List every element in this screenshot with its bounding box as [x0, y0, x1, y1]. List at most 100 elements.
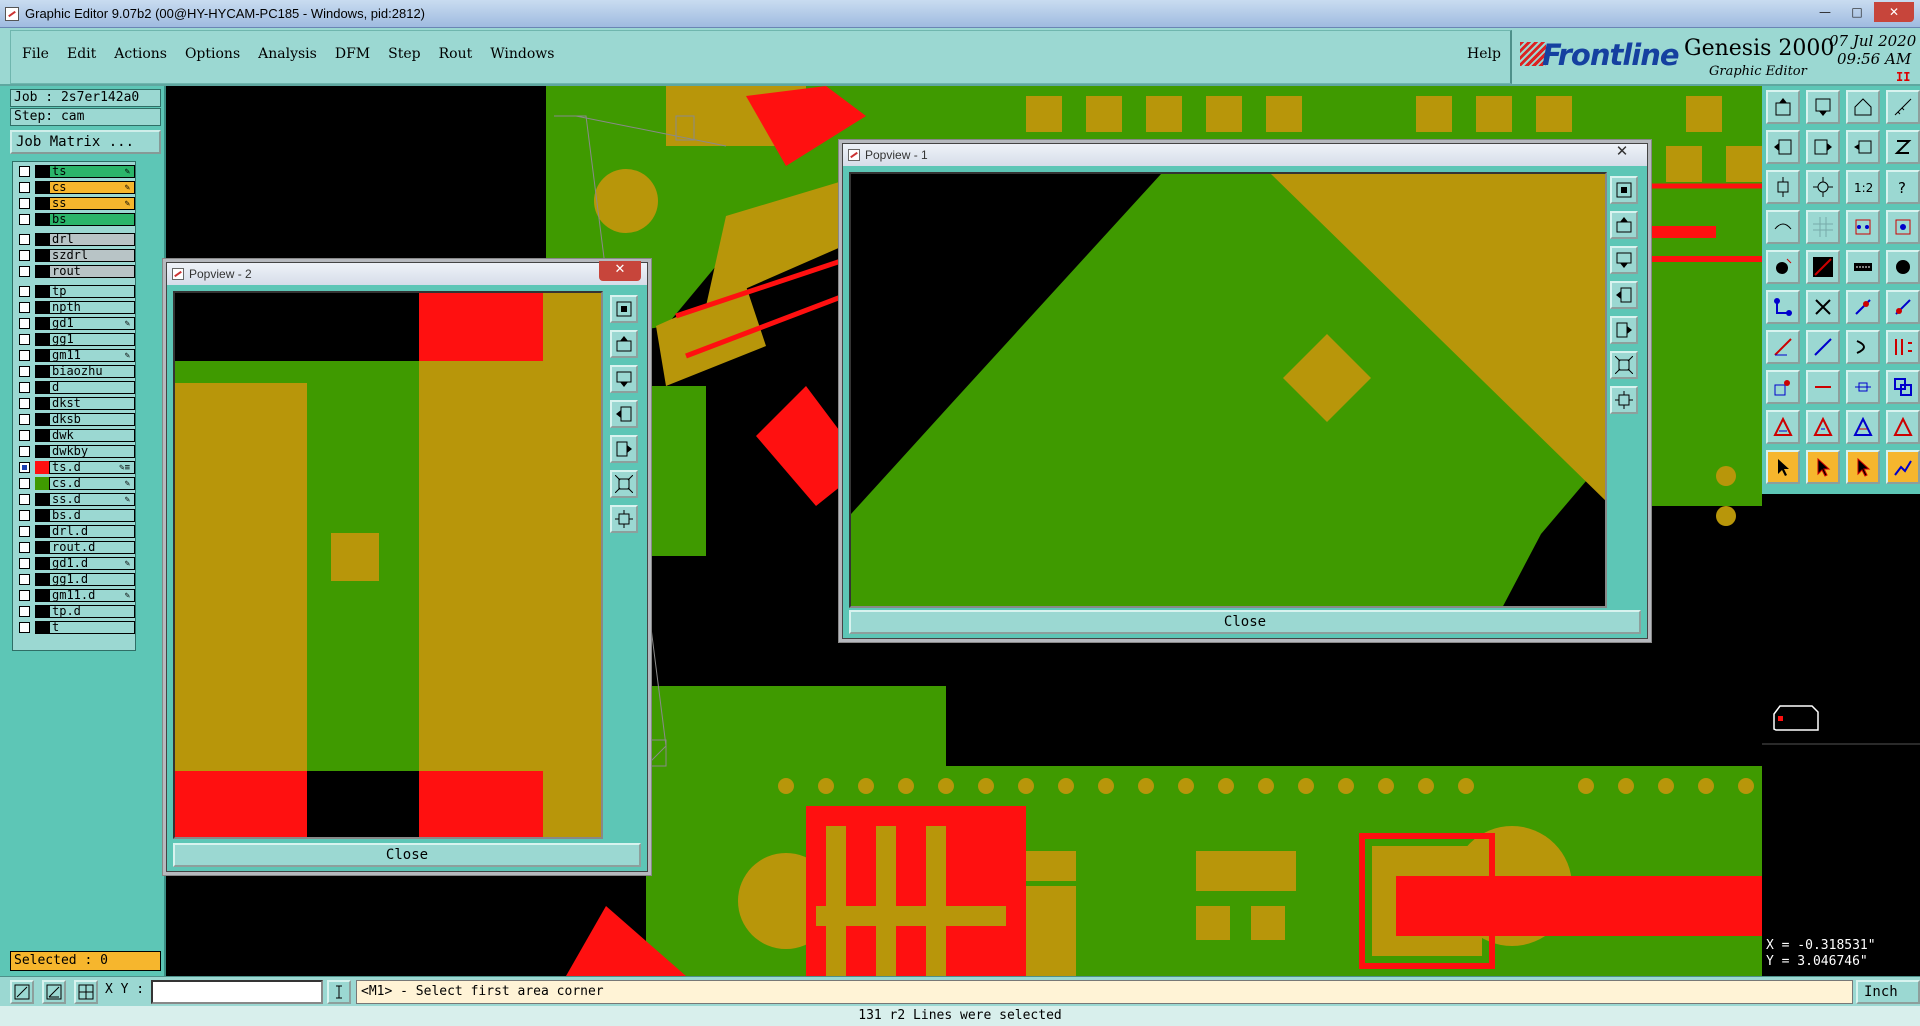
layer-row[interactable]: gd1 ✎	[15, 317, 135, 330]
popview-zoom-out-icon[interactable]	[1610, 351, 1638, 379]
layer-checkbox[interactable]	[19, 510, 30, 521]
menu-help[interactable]: Help	[1467, 46, 1501, 62]
layer-color-swatch[interactable]	[35, 541, 49, 554]
triangle-dash-icon[interactable]	[1806, 410, 1840, 444]
drop-pad-icon[interactable]	[1766, 370, 1800, 404]
triangle-blue-icon[interactable]	[1846, 410, 1880, 444]
angle-mode-icon[interactable]	[42, 980, 66, 1004]
layer-color-swatch[interactable]	[35, 429, 49, 442]
popview-pan-right-icon[interactable]	[1610, 316, 1638, 344]
layer-color-swatch[interactable]	[35, 413, 49, 426]
redraw-icon[interactable]	[1886, 130, 1920, 164]
layer-checkbox[interactable]	[19, 286, 30, 297]
layer-row[interactable]: rout	[15, 265, 135, 278]
popview-pan-up-icon[interactable]	[610, 330, 638, 358]
layer-row[interactable]: rout.d	[15, 541, 135, 554]
menu-edit[interactable]: Edit	[67, 46, 96, 62]
popview-1-close-icon[interactable]: ✕	[1601, 142, 1643, 162]
layer-row[interactable]: ss.d ✎	[15, 493, 135, 506]
layer-checkbox[interactable]	[19, 494, 30, 505]
layer-name[interactable]: dkst	[49, 397, 135, 410]
close-icon[interactable]: ✕	[1874, 2, 1914, 22]
layer-color-swatch[interactable]	[35, 397, 49, 410]
unit-selector[interactable]: Inch	[1856, 980, 1920, 1004]
layer-color-swatch[interactable]	[35, 365, 49, 378]
layer-row[interactable]: t	[15, 621, 135, 634]
layer-checkbox[interactable]	[19, 606, 30, 617]
popview-zoom-in-icon[interactable]	[1610, 386, 1638, 414]
layer-checkbox[interactable]	[19, 574, 30, 585]
layer-row[interactable]: gg1.d	[15, 573, 135, 586]
layer-checkbox[interactable]	[19, 350, 30, 361]
add-line-icon[interactable]	[1806, 250, 1840, 284]
layer-checkbox[interactable]	[19, 334, 30, 345]
layer-checkbox[interactable]	[19, 182, 30, 193]
popview-1-close-button[interactable]: Close	[849, 610, 1641, 634]
layer-name[interactable]: dwk	[49, 429, 135, 442]
layer-name[interactable]: cs.d ✎	[49, 477, 135, 490]
maximize-icon[interactable]: □	[1842, 2, 1872, 22]
layer-color-swatch[interactable]	[35, 249, 49, 262]
popview-pan-down-icon[interactable]	[1610, 246, 1638, 274]
popview-1-view[interactable]	[849, 172, 1607, 608]
align-icon[interactable]	[1886, 330, 1920, 364]
measure-icon[interactable]	[1886, 90, 1920, 124]
layer-row[interactable]: dksb	[15, 413, 135, 426]
layer-name[interactable]: dksb	[49, 413, 135, 426]
overview-panel[interactable]	[1762, 494, 1920, 938]
layer-color-swatch[interactable]	[35, 333, 49, 346]
layer-name[interactable]: tp.d	[49, 605, 135, 618]
layer-color-swatch[interactable]	[35, 525, 49, 538]
scale-1-2-icon[interactable]: 1:2	[1846, 170, 1880, 204]
pad-to-line-icon[interactable]	[1846, 370, 1880, 404]
layer-color-swatch[interactable]	[35, 265, 49, 278]
layer-checkbox[interactable]	[19, 414, 30, 425]
layer-checkbox[interactable]	[19, 542, 30, 553]
select-path-icon[interactable]	[1886, 450, 1920, 484]
layer-color-swatch[interactable]	[35, 621, 49, 634]
layer-checkbox[interactable]	[19, 398, 30, 409]
menu-step[interactable]: Step	[388, 46, 420, 62]
popview-pan-down-icon[interactable]	[610, 365, 638, 393]
menu-file[interactable]: File	[22, 46, 49, 62]
popview-pan-up-icon[interactable]	[1610, 211, 1638, 239]
popview-zoom-fit-icon[interactable]	[610, 295, 638, 323]
layer-row[interactable]: gg1	[15, 333, 135, 346]
layer-row[interactable]: drl	[15, 233, 135, 246]
menu-rout[interactable]: Rout	[439, 46, 473, 62]
popview-pan-left-icon[interactable]	[1610, 281, 1638, 309]
layer-color-swatch[interactable]	[35, 461, 49, 474]
layer-color-swatch[interactable]	[35, 573, 49, 586]
zoom-window-icon[interactable]	[1846, 130, 1880, 164]
layer-checkbox[interactable]	[19, 382, 30, 393]
layer-color-swatch[interactable]	[35, 477, 49, 490]
add-text-icon[interactable]	[1846, 250, 1880, 284]
popview-2-close-button[interactable]: Close	[173, 843, 641, 867]
layer-row[interactable]: bs	[15, 213, 135, 226]
layer-color-swatch[interactable]	[35, 349, 49, 362]
layer-color-swatch[interactable]	[35, 285, 49, 298]
layer-row[interactable]: cs.d ✎	[15, 477, 135, 490]
layer-checkbox[interactable]	[19, 526, 30, 537]
layer-row[interactable]: tp	[15, 285, 135, 298]
pan-left-icon[interactable]	[1766, 130, 1800, 164]
layer-row[interactable]: ts.d ✎≡	[15, 461, 135, 474]
layer-name[interactable]: rout.d	[49, 541, 135, 554]
layer-name[interactable]: gg1.d	[49, 573, 135, 586]
layer-row[interactable]: bs.d	[15, 509, 135, 522]
layer-color-swatch[interactable]	[35, 317, 49, 330]
menu-actions[interactable]: Actions	[114, 46, 167, 62]
layer-name[interactable]: drl	[49, 233, 135, 246]
line-segment-icon[interactable]	[1806, 370, 1840, 404]
xy-input[interactable]	[151, 980, 323, 1004]
layer-checkbox[interactable]	[19, 214, 30, 225]
draw-diagonal-icon[interactable]	[1806, 330, 1840, 364]
popview-pan-right-icon[interactable]	[610, 435, 638, 463]
layer-name[interactable]: ts.d ✎≡	[49, 461, 135, 474]
select-pointer-icon[interactable]	[1766, 450, 1800, 484]
layer-checkbox[interactable]	[19, 250, 30, 261]
layer-row[interactable]: npth	[15, 301, 135, 314]
layer-row[interactable]: biaozhu	[15, 365, 135, 378]
layer-name[interactable]: bs.d	[49, 509, 135, 522]
layer-name[interactable]: bs	[49, 213, 135, 226]
